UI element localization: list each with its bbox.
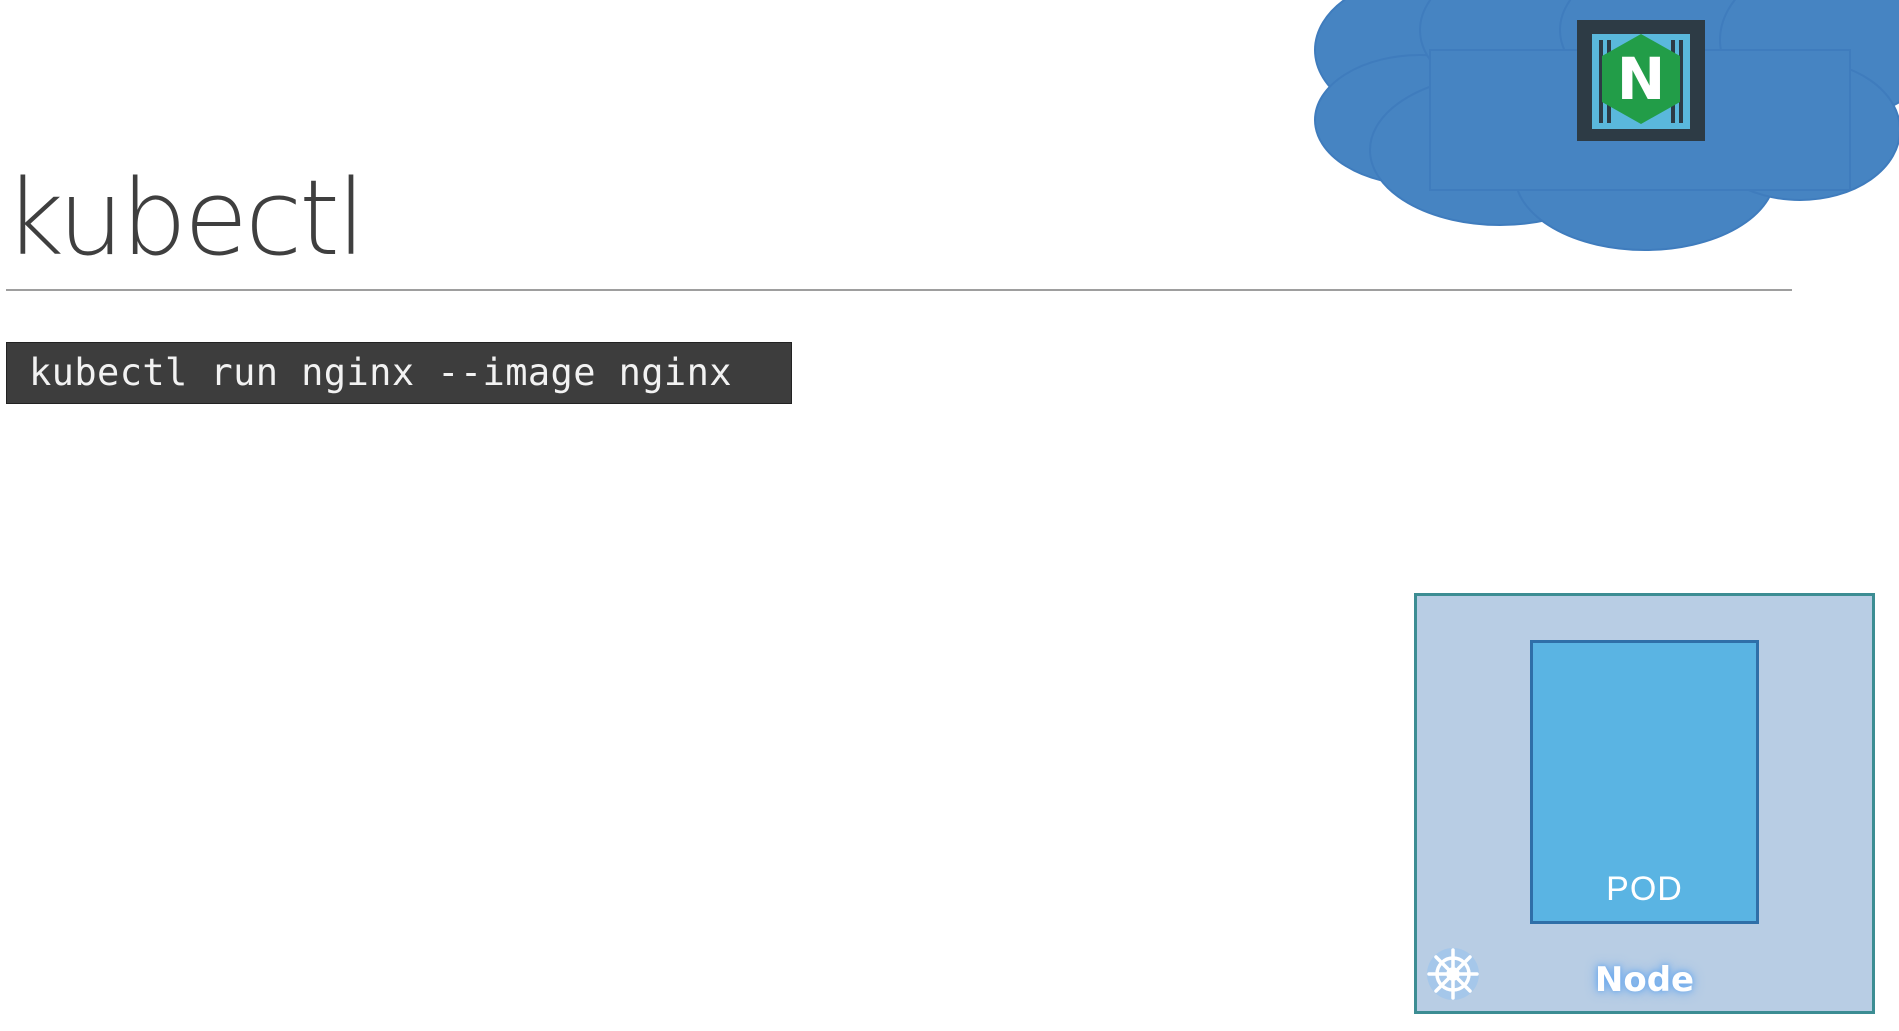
page-title: kubectl — [4, 157, 366, 279]
command-box: kubectl run nginx --image nginx — [6, 342, 792, 404]
title-divider — [6, 289, 1792, 291]
nginx-letter: N — [1617, 45, 1666, 113]
nginx-icon: N — [1577, 20, 1705, 141]
node-label: Node — [1594, 960, 1695, 1000]
pod-box: POD — [1530, 640, 1759, 924]
command-text: kubectl run nginx --image nginx — [29, 351, 732, 394]
pod-label: POD — [1606, 870, 1683, 908]
node-box: POD Node — [1414, 593, 1875, 1014]
